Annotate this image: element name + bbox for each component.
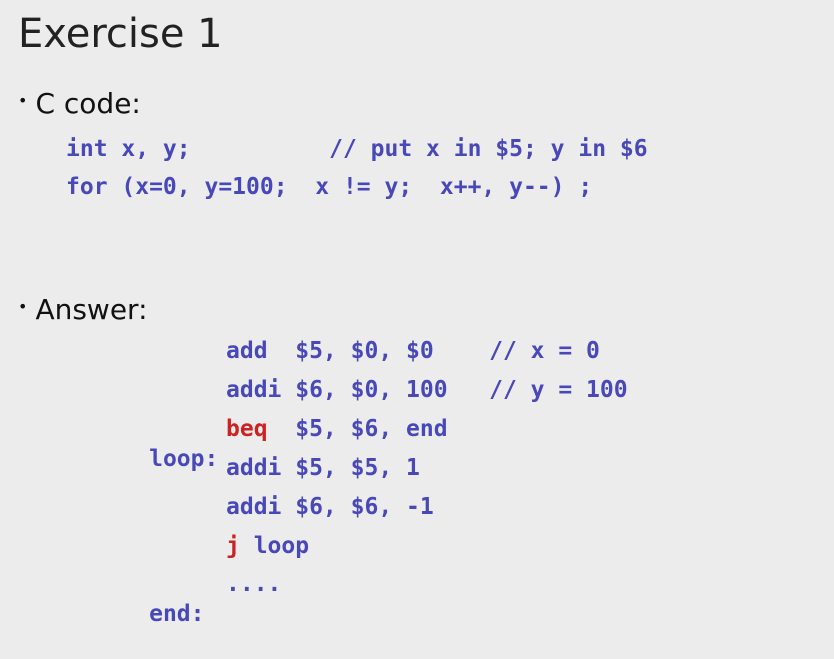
asm-args: $5, $5, 1 xyxy=(281,455,420,481)
asm-label: loop: xyxy=(149,446,219,472)
asm-args: $5, $6, end xyxy=(281,416,448,442)
asm-instruction: j loop xyxy=(226,531,309,561)
c-code-line-2: for (x=0, y=100; x != y; x++, y--) ; xyxy=(66,174,593,200)
bullet-label: C code: xyxy=(35,87,141,120)
asm-args: $6, $6, -1 xyxy=(281,494,434,520)
bullet-answer: • Answer: xyxy=(18,294,148,327)
asm-op: beq xyxy=(226,416,282,442)
asm-instruction: addi $6, $6, -1 xyxy=(226,492,434,522)
asm-op: j xyxy=(226,533,240,559)
bullet-icon: • xyxy=(18,297,28,316)
asm-op: addi xyxy=(226,455,282,481)
asm-row: end: xyxy=(66,569,204,659)
asm-op: add xyxy=(226,338,282,364)
asm-op: .... xyxy=(226,571,282,597)
asm-op: addi xyxy=(226,494,282,520)
bullet-c-code: • C code: xyxy=(18,88,141,121)
asm-instruction: addi $5, $5, 1 xyxy=(226,453,420,483)
asm-label: end: xyxy=(149,601,205,627)
bullet-label: Answer: xyxy=(35,293,148,326)
asm-args: loop xyxy=(239,533,310,559)
asm-instruction: beq $5, $6, end xyxy=(226,414,448,444)
asm-args: $5, $0, $0 // x = 0 xyxy=(281,338,600,364)
c-code-line-1: int x, y; // put x in $5; y in $6 xyxy=(66,136,648,162)
bullet-icon: • xyxy=(18,91,28,110)
asm-args: $6, $0, 100 // y = 100 xyxy=(281,377,628,403)
asm-instruction: add $5, $0, $0 // x = 0 xyxy=(226,336,600,366)
asm-op: addi xyxy=(226,377,282,403)
asm-instruction: .... xyxy=(226,569,281,599)
asm-instruction: addi $6, $0, 100 // y = 100 xyxy=(226,375,628,405)
slide-title: Exercise 1 xyxy=(18,11,223,57)
